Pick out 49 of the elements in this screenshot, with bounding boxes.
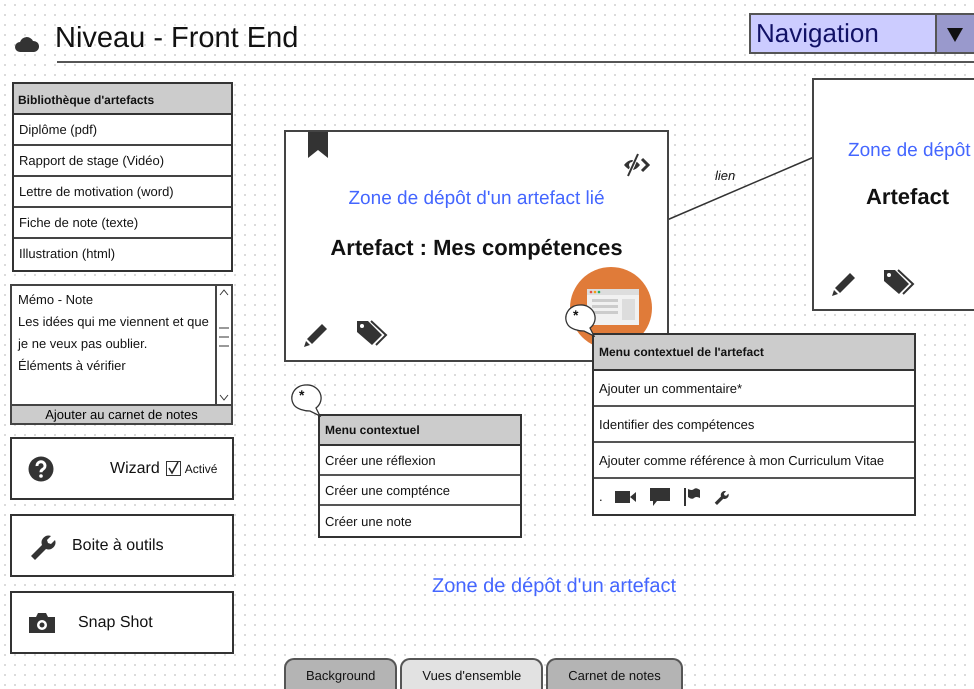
hidden-code-icon[interactable] [622, 151, 650, 179]
camera-icon [28, 612, 56, 634]
menu-item[interactable]: Créer une réflexion [320, 446, 520, 476]
library-item[interactable]: Rapport de stage (Vidéo) [14, 146, 231, 177]
help-icon [28, 456, 54, 482]
cloud-icon [14, 35, 40, 53]
navigation-dropdown[interactable]: Navigation [749, 13, 974, 54]
scroll-grip-icon[interactable] [219, 326, 229, 348]
library-item[interactable]: Diplôme (pdf) [14, 115, 231, 146]
library-item[interactable]: Fiche de note (texte) [14, 208, 231, 239]
artefact-title: Artefact : Mes compétences [329, 235, 624, 261]
panel-label[interactable]: Wizard [110, 460, 160, 478]
menu-header: Menu contextuel [320, 416, 520, 446]
menu-item[interactable]: Créer une note [320, 506, 520, 536]
scroll-down-icon[interactable] [219, 394, 229, 402]
scroll-up-icon[interactable] [219, 288, 229, 296]
library-item[interactable]: Illustration (html) [14, 239, 231, 270]
toolbar-dot: . [599, 489, 603, 504]
drop-zone-label: Zone de dépôt d'un artefact lié [347, 188, 606, 210]
flag-icon[interactable] [682, 488, 701, 506]
checkbox[interactable] [166, 461, 181, 476]
callout-marker: * [573, 307, 578, 323]
panel-label[interactable]: Boite à outils [72, 536, 164, 554]
tab[interactable]: Background [284, 658, 398, 689]
callout-marker: * [299, 387, 304, 403]
checkbox-label: Activé [184, 462, 218, 476]
menu-item[interactable]: Ajouter comme référence à mon Curriculum Vitae [594, 443, 914, 479]
video-camera-icon[interactable] [614, 488, 637, 504]
add-to-notebook-button[interactable]: Ajouter au carnet de notes [12, 404, 231, 423]
memo-text[interactable]: Mémo - Note Les idées qui me viennent et que je ne veux pas oublier. Éléments à vérifier [12, 286, 215, 404]
bookmark-icon [308, 132, 328, 158]
link-label: lien [715, 168, 736, 183]
page-title: Niveau - Front End [55, 22, 298, 55]
menu-item[interactable]: Ajouter un commentaire* [594, 371, 914, 407]
caret-icon [947, 28, 963, 42]
menu-item[interactable]: Créer une compténce [320, 476, 520, 506]
library-item[interactable]: Lettre de motivation (word) [14, 177, 231, 208]
drop-zone-label: Zone de dépôt d'un artefact [431, 575, 677, 598]
comment-icon[interactable] [648, 486, 671, 506]
artefact-title: Artefact [866, 184, 950, 210]
tab[interactable]: Vues d'ensemble [400, 658, 544, 689]
panel-label[interactable]: Snap Shot [78, 614, 153, 632]
list-header: Bibliothèque d'artefacts [14, 84, 231, 115]
menu-header: Menu contextuel de l'artefact [594, 335, 914, 371]
pencil-icon[interactable] [830, 270, 858, 298]
pencil-icon[interactable] [302, 321, 330, 349]
drop-zone-label: Zone de dépôt [848, 140, 971, 162]
tab[interactable]: Carnet de notes [546, 658, 683, 689]
menu-item[interactable]: Identifier des compétences [594, 407, 914, 443]
